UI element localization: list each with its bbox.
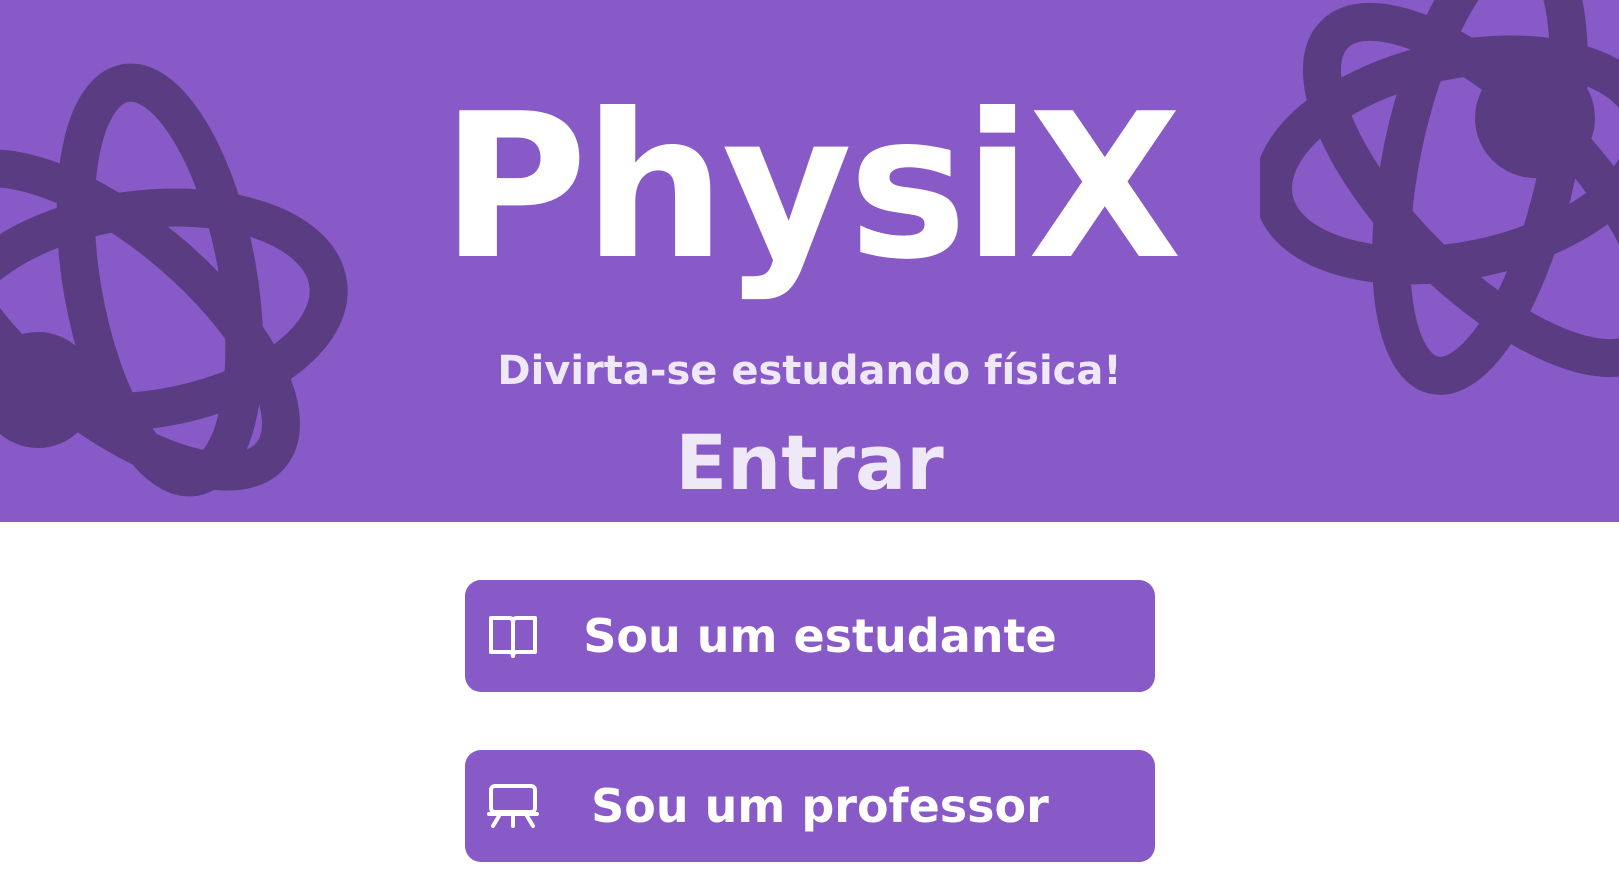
teacher-button-label: Sou um professor <box>591 779 1049 833</box>
teacher-login-button[interactable]: Sou um professor <box>465 750 1155 862</box>
page-title: Entrar <box>675 418 944 507</box>
hero-banner: PhysiX Divirta-se estudando física! Entr… <box>0 0 1619 522</box>
student-login-button[interactable]: Sou um estudante <box>465 580 1155 692</box>
tagline: Divirta-se estudando física! <box>497 348 1122 394</box>
logo-text: PhysiX <box>440 71 1182 304</box>
student-button-label: Sou um estudante <box>583 609 1057 663</box>
